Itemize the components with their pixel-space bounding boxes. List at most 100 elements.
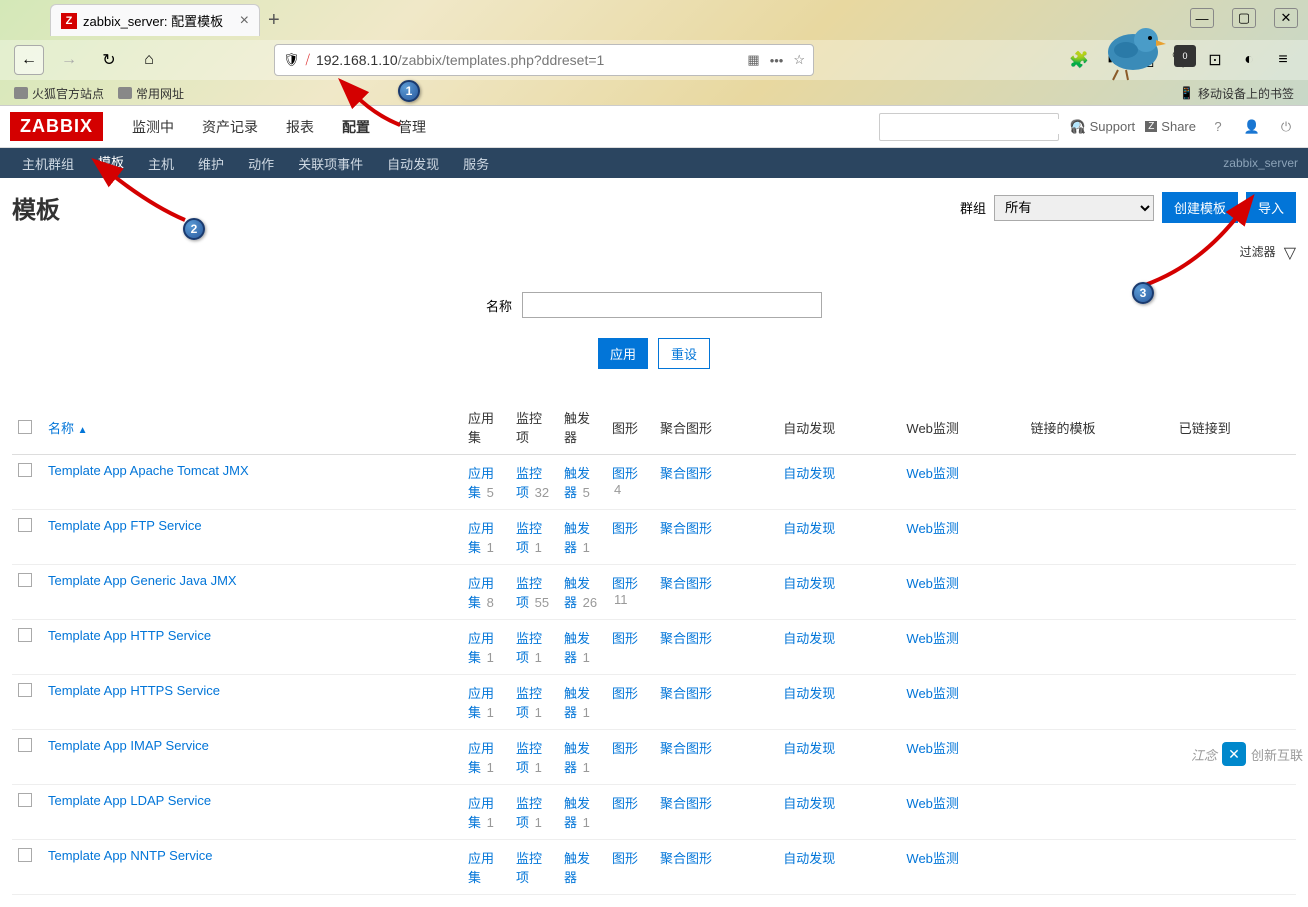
- row-checkbox[interactable]: [18, 463, 32, 477]
- cell-link[interactable]: 自动发现: [783, 631, 835, 646]
- global-search[interactable]: 🔍: [879, 113, 1059, 141]
- row-checkbox[interactable]: [18, 738, 32, 752]
- bookmark-common[interactable]: 常用网址: [118, 85, 184, 102]
- filter-name-input[interactable]: [522, 292, 822, 318]
- cell-link[interactable]: 图形: [612, 521, 638, 536]
- cell-link[interactable]: Web监测: [906, 466, 959, 481]
- subnav-hostgroups[interactable]: 主机群组: [10, 147, 86, 180]
- cell-link[interactable]: 聚合图形: [660, 466, 712, 481]
- cell-link[interactable]: 监控项: [516, 851, 542, 885]
- row-checkbox[interactable]: [18, 573, 32, 587]
- filter-text[interactable]: 过滤器: [1240, 243, 1276, 263]
- create-template-button[interactable]: 创建模板: [1162, 192, 1238, 223]
- subnav-services[interactable]: 服务: [451, 147, 501, 180]
- cell-link[interactable]: Web监测: [906, 796, 959, 811]
- filter-apply-button[interactable]: 应用: [598, 338, 648, 369]
- maximize-button[interactable]: ▢: [1232, 8, 1256, 28]
- nav-monitoring[interactable]: 监测中: [118, 105, 188, 149]
- user-icon[interactable]: 👤: [1240, 115, 1264, 139]
- nav-configuration[interactable]: 配置: [328, 105, 384, 149]
- import-button[interactable]: 导入: [1246, 192, 1296, 223]
- subnav-actions[interactable]: 动作: [236, 147, 286, 180]
- subnav-discovery[interactable]: 自动发现: [375, 147, 451, 180]
- row-checkbox[interactable]: [18, 848, 32, 862]
- minimize-button[interactable]: —: [1190, 8, 1214, 28]
- subnav-correlation[interactable]: 关联项事件: [286, 147, 375, 180]
- cell-link[interactable]: 自动发现: [783, 576, 835, 591]
- cell-link[interactable]: Web监测: [906, 576, 959, 591]
- cell-link[interactable]: Web监测: [906, 631, 959, 646]
- cell-link[interactable]: 聚合图形: [660, 851, 712, 866]
- template-name-link[interactable]: Template App Apache Tomcat JMX: [48, 463, 249, 478]
- cell-link[interactable]: 聚合图形: [660, 686, 712, 701]
- zabbix-logo[interactable]: ZABBIX: [10, 112, 103, 141]
- cell-link[interactable]: 聚合图形: [660, 796, 712, 811]
- cell-link[interactable]: 自动发现: [783, 466, 835, 481]
- filter-reset-button[interactable]: 重设: [658, 338, 710, 369]
- template-name-link[interactable]: Template App HTTPS Service: [48, 683, 220, 698]
- cell-link[interactable]: 自动发现: [783, 796, 835, 811]
- row-checkbox[interactable]: [18, 793, 32, 807]
- cell-link[interactable]: 自动发现: [783, 741, 835, 756]
- url-bar[interactable]: 🛡 ⧸ 192.168.1.10/zabbix/templates.php?dd…: [274, 44, 814, 76]
- bookmark-star-icon[interactable]: ☆: [793, 52, 805, 68]
- bookmark-mobile[interactable]: 📱 移动设备上的书签: [1179, 85, 1294, 102]
- cell-link[interactable]: 图形: [612, 631, 638, 646]
- cell-link[interactable]: 聚合图形: [660, 631, 712, 646]
- template-name-link[interactable]: Template App FTP Service: [48, 518, 202, 533]
- cell-link[interactable]: 聚合图形: [660, 576, 712, 591]
- cell-link[interactable]: 聚合图形: [660, 521, 712, 536]
- support-link[interactable]: 🎧 Support: [1069, 119, 1135, 135]
- pocket-icon[interactable]: ◐: [1238, 49, 1260, 71]
- search-input[interactable]: [880, 119, 1069, 134]
- nav-inventory[interactable]: 资产记录: [188, 105, 272, 149]
- subnav-templates[interactable]: 模板: [86, 145, 136, 181]
- template-name-link[interactable]: Template App IMAP Service: [48, 738, 209, 753]
- row-checkbox[interactable]: [18, 518, 32, 532]
- shield-icon[interactable]: 🛡: [283, 52, 300, 68]
- bookmark-firefox[interactable]: 火狐官方站点: [14, 85, 104, 102]
- cell-link[interactable]: 自动发现: [783, 851, 835, 866]
- new-tab-button[interactable]: +: [268, 9, 280, 32]
- back-button[interactable]: ←: [14, 45, 44, 75]
- close-tab-icon[interactable]: ×: [240, 12, 249, 30]
- close-window-button[interactable]: ✕: [1274, 8, 1298, 28]
- cell-link[interactable]: 图形: [612, 851, 638, 866]
- nav-reports[interactable]: 报表: [272, 105, 328, 149]
- group-select[interactable]: 所有: [994, 195, 1154, 221]
- help-icon[interactable]: ?: [1206, 115, 1230, 139]
- cell-link[interactable]: Web监测: [906, 851, 959, 866]
- cell-link[interactable]: 触发器: [564, 851, 590, 885]
- cell-link[interactable]: 图形: [612, 466, 638, 481]
- row-checkbox[interactable]: [18, 628, 32, 642]
- insecure-icon[interactable]: ⧸: [306, 52, 310, 68]
- cell-link[interactable]: 图形: [612, 576, 638, 591]
- filter-icon[interactable]: ▽: [1284, 243, 1296, 263]
- cell-link[interactable]: Web监测: [906, 741, 959, 756]
- qr-icon[interactable]: ▦: [747, 52, 759, 68]
- share-link[interactable]: Z Share: [1145, 119, 1196, 134]
- template-name-link[interactable]: Template App NNTP Service: [48, 848, 213, 863]
- select-all-checkbox[interactable]: [18, 420, 32, 434]
- menu-icon[interactable]: ≡: [1272, 49, 1294, 71]
- container-icon[interactable]: ⊡: [1204, 49, 1226, 71]
- subnav-hosts[interactable]: 主机: [136, 147, 186, 180]
- nav-administration[interactable]: 管理: [384, 105, 440, 149]
- cell-link[interactable]: 自动发现: [783, 686, 835, 701]
- cell-link[interactable]: 图形: [612, 796, 638, 811]
- template-name-link[interactable]: Template App LDAP Service: [48, 793, 211, 808]
- forward-button[interactable]: →: [54, 45, 84, 75]
- cell-link[interactable]: Web监测: [906, 521, 959, 536]
- browser-tab[interactable]: Z zabbix_server: 配置模板 ×: [50, 4, 260, 36]
- row-checkbox[interactable]: [18, 683, 32, 697]
- subnav-maintenance[interactable]: 维护: [186, 147, 236, 180]
- reload-button[interactable]: ↻: [94, 45, 124, 75]
- cell-link[interactable]: 图形: [612, 741, 638, 756]
- home-button[interactable]: ⌂: [134, 45, 164, 75]
- sort-name[interactable]: 名称 ▲: [48, 421, 88, 436]
- logout-icon[interactable]: ⏻: [1274, 115, 1298, 139]
- template-name-link[interactable]: Template App HTTP Service: [48, 628, 211, 643]
- extension-icon[interactable]: 🧩: [1068, 49, 1090, 71]
- cell-link[interactable]: 应用集: [468, 851, 494, 885]
- cell-link[interactable]: Web监测: [906, 686, 959, 701]
